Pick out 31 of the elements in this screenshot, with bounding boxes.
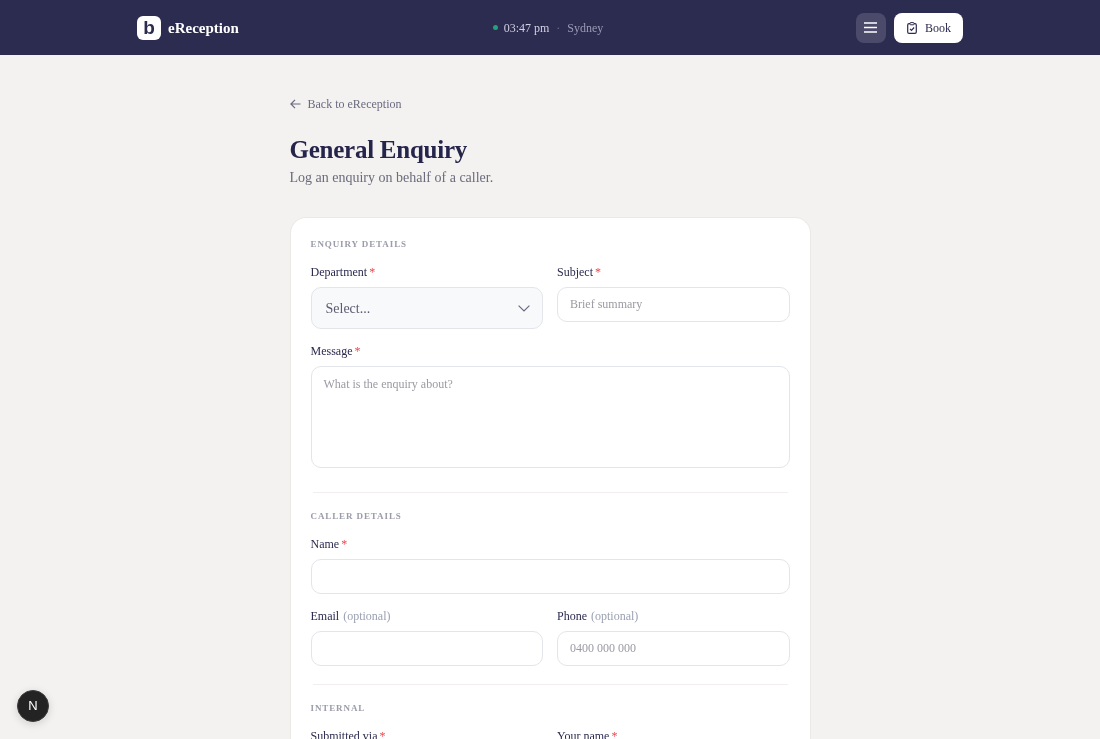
field-label: Email (optional) xyxy=(310,609,392,623)
status-dot-icon xyxy=(492,25,498,30)
field-label: Name * xyxy=(310,537,349,551)
clipboard-check-icon xyxy=(907,21,917,34)
section-heading: ENQUIRY DETAILS xyxy=(310,238,408,250)
city-name: Sydney xyxy=(567,19,604,36)
back-link[interactable]: Back to eReception xyxy=(289,96,402,112)
arrow-left-icon xyxy=(289,99,301,109)
chevron-down-icon xyxy=(518,304,530,312)
separator: · xyxy=(556,19,561,36)
logo-mark: b xyxy=(137,15,161,40)
input-field[interactable]: 0400 000 000 xyxy=(557,631,790,666)
app-name: eReception xyxy=(168,18,239,38)
select-field[interactable]: Select... xyxy=(310,287,543,329)
field-label: Department * xyxy=(310,265,377,279)
input-field[interactable] xyxy=(310,631,543,666)
menu-icon xyxy=(864,22,878,33)
section-heading: CALLER DETAILS xyxy=(310,510,403,522)
field-label: Message * xyxy=(310,344,362,358)
textarea-field[interactable]: What is the enquiry about? xyxy=(310,366,790,468)
section-heading: INTERNAL xyxy=(310,702,367,714)
floating-button[interactable]: N xyxy=(17,690,49,722)
field-label: Phone (optional) xyxy=(557,609,640,623)
field-label: Subject * xyxy=(557,265,602,279)
page-subtitle: Log an enquiry on behalf of a caller. xyxy=(289,169,495,187)
page-title: General Enquiry xyxy=(289,135,468,165)
menu-button[interactable] xyxy=(856,12,886,43)
input-field[interactable] xyxy=(310,559,790,594)
clock-time: 03:47 pm xyxy=(503,19,550,36)
input-field[interactable]: Brief summary xyxy=(557,287,790,322)
book-button[interactable]: Book xyxy=(894,12,963,43)
